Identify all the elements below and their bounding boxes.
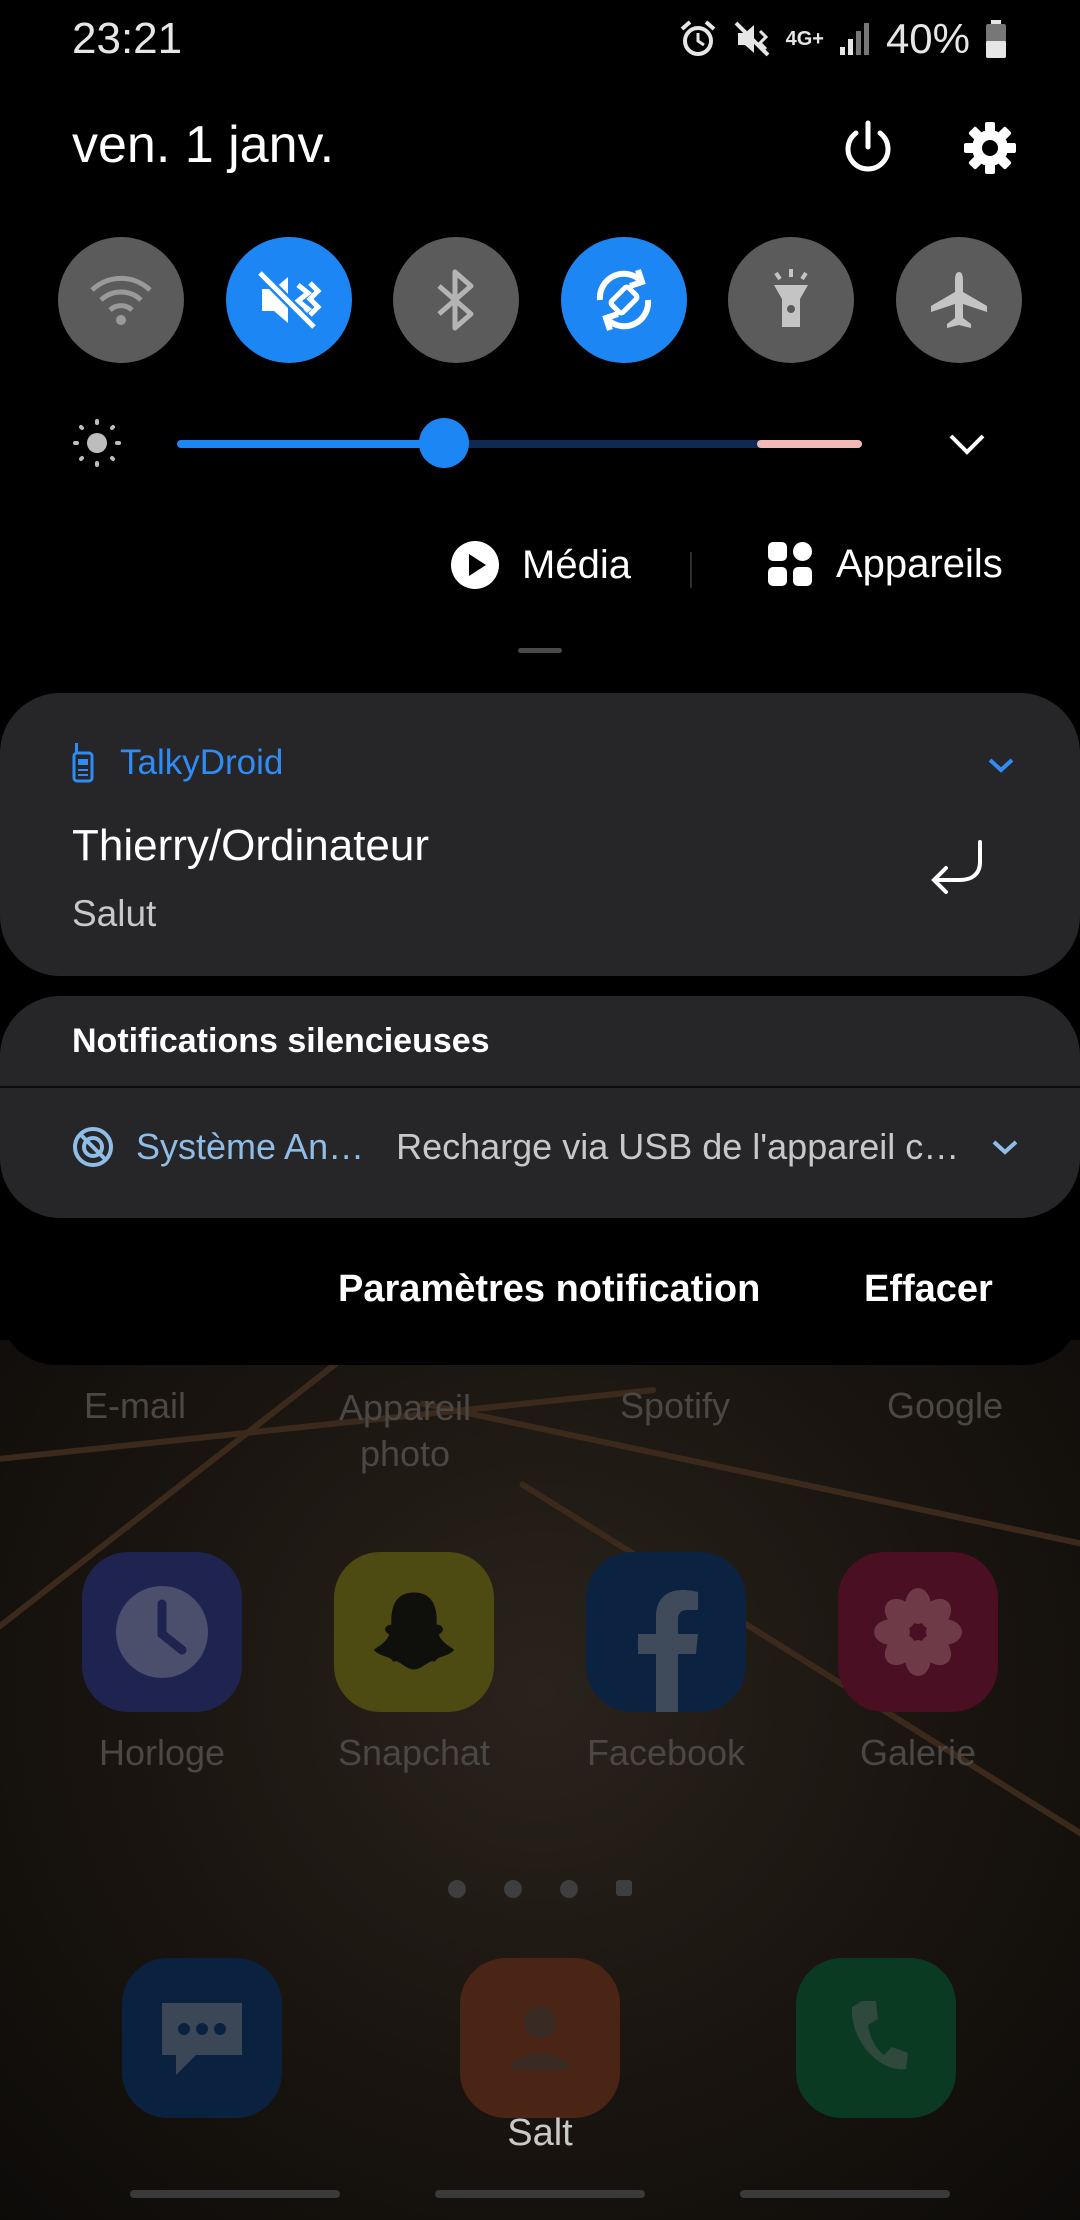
devices-button[interactable]: Appareils — [766, 540, 1003, 588]
tile-auto-rotate[interactable] — [560, 237, 687, 363]
network-type: 4G+ — [785, 28, 824, 50]
silent-app-name: Système An… — [136, 1126, 365, 1167]
brightness-thumb[interactable] — [419, 418, 469, 468]
silent-notifications-header: Notifications silencieuses — [72, 1022, 490, 1060]
chevron-down-icon[interactable] — [947, 428, 987, 458]
tile-airplane-mode[interactable] — [895, 237, 1022, 363]
app-label-camera[interactable]: Appareil photo — [270, 1385, 540, 1477]
nav-recents[interactable] — [130, 2190, 340, 2198]
dock-app-contacts[interactable] — [460, 1958, 620, 2118]
tile-bluetooth[interactable] — [393, 237, 520, 363]
devices-label: Appareils — [836, 541, 1003, 586]
app-facebook[interactable]: Facebook — [540, 1552, 792, 1774]
media-label: Média — [522, 542, 631, 587]
silent-notifications-card: Notifications silencieuses Système An… R… — [0, 996, 1080, 1218]
notification-shade: 23:21 4G+ 40% ven. 1 janv. Média Apparei… — [0, 0, 1080, 1365]
flashlight-icon — [774, 269, 809, 327]
nav-home[interactable] — [435, 2190, 645, 2198]
power-button[interactable] — [836, 116, 900, 180]
media-devices-row: Média Appareils — [0, 540, 1080, 600]
play-icon — [451, 541, 499, 589]
app-label-email[interactable]: E-mail — [0, 1385, 270, 1427]
app-label-spotify[interactable]: Spotify — [540, 1385, 810, 1427]
vibrate-mute-icon — [256, 269, 322, 331]
notification-title: Thierry/Ordinateur — [72, 821, 430, 870]
clear-button[interactable]: Effacer — [864, 1268, 993, 1311]
expand-chevron-icon[interactable] — [986, 755, 1016, 775]
walkie-talkie-icon — [72, 743, 94, 783]
tile-wifi[interactable] — [58, 237, 184, 363]
home-app-row: Horloge Snapchat Facebook Galerie — [0, 1552, 1080, 1774]
status-icons: 4G+ 40% — [678, 15, 1008, 63]
tile-sound-mute[interactable] — [225, 237, 352, 363]
messages-icon — [162, 2003, 242, 2075]
dock-app-messages[interactable] — [122, 1958, 282, 2118]
brightness-fill — [177, 440, 444, 448]
brightness-icon — [73, 419, 121, 467]
android-system-icon — [73, 1127, 113, 1167]
app-snapchat[interactable]: Snapchat — [288, 1552, 540, 1774]
rotate-icon — [596, 269, 651, 331]
battery-icon — [986, 20, 1006, 58]
silent-message: Recharge via USB de l'appareil c… — [396, 1126, 960, 1167]
devices-grid-icon — [768, 542, 812, 586]
media-button[interactable]: Média — [450, 540, 631, 590]
snapchat-icon — [334, 1552, 494, 1712]
page-dot-home — [616, 1880, 632, 1896]
app-label-snapchat: Snapchat — [337, 1732, 491, 1773]
divider — [0, 1086, 1080, 1088]
page-dot — [448, 1880, 466, 1898]
gear-icon — [964, 122, 1016, 174]
phone-icon — [851, 2001, 908, 2070]
power-icon — [845, 120, 891, 172]
home-top-row: E-mail Appareil photo Spotify Google — [0, 1385, 1080, 1477]
media-divider — [690, 552, 692, 588]
dock: Salt — [0, 1958, 1080, 2154]
notification-card[interactable]: TalkyDroid Thierry/Ordinateur Salut — [0, 693, 1080, 976]
app-label-google[interactable]: Google — [810, 1385, 1080, 1427]
battery-percent: 40% — [885, 15, 970, 62]
reply-icon[interactable] — [928, 838, 988, 894]
silent-notification-row[interactable]: Système An… Recharge via USB de l'appare… — [72, 1126, 1020, 1168]
wifi-icon — [90, 275, 152, 325]
facebook-icon — [586, 1552, 746, 1712]
page-dot — [504, 1880, 522, 1898]
page-dot — [560, 1880, 578, 1898]
alarm-icon — [680, 20, 715, 56]
notification-actions: Paramètres notification Effacer — [0, 1268, 1080, 1318]
tile-flashlight[interactable] — [728, 237, 855, 363]
app-label-gallery: Galerie — [859, 1732, 977, 1773]
expand-chevron-icon[interactable] — [990, 1137, 1020, 1157]
gallery-icon — [838, 1552, 998, 1712]
clock-icon — [82, 1552, 242, 1712]
nav-back[interactable] — [740, 2190, 950, 2198]
status-bar: 23:21 4G+ 40% — [72, 14, 1008, 64]
app-gallery[interactable]: Galerie — [792, 1552, 1044, 1774]
app-clock[interactable]: Horloge — [36, 1552, 288, 1774]
notification-app-line: TalkyDroid — [72, 743, 283, 783]
airplane-icon — [930, 272, 987, 328]
brightness-slider[interactable] — [72, 418, 1048, 468]
signal-icon — [839, 23, 869, 55]
app-label-clock: Horloge — [98, 1732, 226, 1773]
date-label: ven. 1 janv. — [72, 116, 335, 174]
notification-app-name: TalkyDroid — [120, 743, 284, 782]
dock-app-phone[interactable] — [796, 1958, 956, 2118]
brightness-outdoor-zone — [757, 440, 862, 448]
notification-settings-button[interactable]: Paramètres notification — [338, 1268, 760, 1311]
vibrate-mute-icon — [734, 21, 769, 57]
quick-settings-tiles — [58, 237, 1022, 363]
settings-button[interactable] — [958, 116, 1022, 180]
dock-label-contacts: Salt — [507, 2112, 573, 2154]
contacts-icon — [510, 2006, 570, 2070]
bluetooth-icon — [437, 269, 474, 331]
app-label-facebook: Facebook — [586, 1732, 746, 1773]
status-time: 23:21 — [72, 14, 183, 63]
notification-body: Salut — [72, 893, 157, 934]
navigation-bar — [0, 2190, 1080, 2198]
page-indicator — [0, 1880, 1080, 1898]
drag-handle[interactable] — [518, 648, 562, 653]
